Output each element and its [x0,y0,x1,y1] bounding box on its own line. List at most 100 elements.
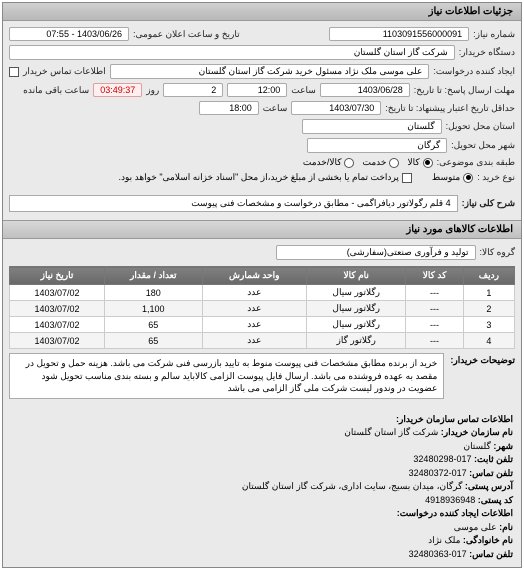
c-zip-label: کد پستی: [478,495,513,505]
table-cell: 1403/07/02 [10,285,105,301]
contact-block: اطلاعات تماس سازمان خریدار: نام سازمان خ… [3,407,521,568]
time-label-1: ساعت [291,85,316,96]
radio-dot-goods [423,158,433,168]
contact-sub-header: اطلاعات ایجاد کننده درخواست: [397,508,513,518]
table-cell: 1403/07/02 [10,333,105,349]
table-cell: 2 [463,301,514,317]
prepay-checkbox [402,173,412,183]
row-deadline: مهلت ارسال پاسخ: تا تاریخ: 1403/06/28 سا… [9,81,515,99]
table-cell: 65 [105,333,203,349]
table-cell: 180 [105,285,203,301]
validity-label: حداقل تاریخ اعتبار پیشنهاد: تا تاریخ: [385,103,515,114]
table-cell: عدد [202,285,306,301]
c-phone-label: تلفن ثابت: [474,454,513,464]
c-name: علی موسی [454,522,497,532]
th-row: ردیف [463,267,514,285]
radio-service[interactable]: خدمت [362,157,399,168]
th-name: نام کالا [307,267,406,285]
city-label: شهر محل تحویل: [451,140,515,151]
c-addr: گرگان، میدان بسیج، سایت اداری، شرکت گاز … [242,481,463,491]
table-cell: عدد [202,301,306,317]
buyer-contact-checkbox[interactable] [9,67,19,77]
c-name-label: نام: [499,522,513,532]
province-value: گلستان [302,119,442,134]
th-date: تاریخ نیاز [10,267,105,285]
c-addr-label: آدرس پستی: [465,481,513,491]
buyer-org-value: شرکت گاز استان گلستان [9,45,455,60]
table-cell: --- [406,317,463,333]
c-city: گلستان [463,441,490,451]
form-body: شماره نیاز: 1103091556000091 تاریخ و ساع… [3,21,521,220]
row-city: شهر محل تحویل: گرگان [9,136,515,155]
countdown-timer: 03:49:37 [93,83,142,97]
deadline-date: 1403/06/28 [320,83,410,97]
th-unit: واحد شمارش [202,267,306,285]
table-cell: 1403/07/02 [10,317,105,333]
contact-header: اطلاعات تماس سازمان خریدار: [396,414,513,424]
goods-table: ردیف کد کالا نام کالا واحد شمارش تعداد /… [9,266,515,349]
status-radio-group: کالا خدمت کالا/خدمت [303,157,433,168]
buyer-contact-label: اطلاعات تماس خریدار [23,66,106,77]
row-province: استان محل تحویل: گلستان [9,117,515,136]
table-cell: رگلاتور گاز [307,333,406,349]
table-cell: --- [406,301,463,317]
buy-type-label: نوع خرید : [477,172,515,183]
row-buy-type: نوع خرید : متوسط پرداخت تمام یا بخشی از … [9,170,515,185]
prepay-check[interactable]: پرداخت تمام یا بخشی از مبلغ خرید،از محل … [118,172,411,183]
table-cell: رگلاتور سیال [307,285,406,301]
table-cell: 1403/07/02 [10,301,105,317]
radio-goods[interactable]: کالا [407,157,432,168]
validity-time: 18:00 [199,101,259,115]
c-city-label: شهر: [493,441,513,451]
table-row: 4---رگلاتور گازعدد651403/07/02 [10,333,515,349]
city-value: گرگان [307,138,447,153]
day-label: روز [146,85,159,96]
table-row: 3---رگلاتور سیالعدد651403/07/02 [10,317,515,333]
table-cell: --- [406,333,463,349]
table-cell: 1,100 [105,301,203,317]
panel-title: جزئیات اطلاعات نیاز [3,3,521,21]
table-row: 1---رگلاتور سیالعدد1801403/07/02 [10,285,515,301]
main-desc-label: شرح کلی نیاز: [462,198,515,209]
announce-value: 1403/06/26 - 07:55 [9,27,129,41]
table-row: 2---رگلاتور سیالعدد1,1001403/07/02 [10,301,515,317]
group-value: تولید و فرآوری صنعتی(سفارشی) [276,245,476,260]
c-org: شرکت گاز استان گلستان [344,427,438,437]
req-no-value: 1103091556000091 [329,27,469,41]
validity-date: 1403/07/30 [291,101,381,115]
table-cell: رگلاتور سیال [307,317,406,333]
row-buyer-org: دستگاه خریدار: شرکت گاز استان گلستان [9,43,515,62]
deadline-label: مهلت ارسال پاسخ: تا تاریخ: [414,85,515,96]
c-fax: 017-32480372 [409,468,467,478]
req-no-label: شماره نیاز: [473,29,515,40]
row-status: طبقه بندی موضوعی: کالا خدمت کالا/خدمت [9,155,515,170]
table-header-row: ردیف کد کالا نام کالا واحد شمارش تعداد /… [10,267,515,285]
c-lname-label: نام خانوادگی: [463,535,513,545]
row-validity: حداقل تاریخ اعتبار پیشنهاد: تا تاریخ: 14… [9,99,515,117]
radio-mid[interactable]: متوسط [432,172,473,183]
row-creator: ایجاد کننده درخواست: علی موسی ملک نژاد م… [9,62,515,81]
c-org-label: نام سازمان خریدار: [441,427,513,437]
radio-dot-mid [463,173,473,183]
c-cphone: 017-32480363 [409,549,467,559]
table-cell: عدد [202,333,306,349]
radio-both[interactable]: کالا/خدمت [303,157,355,168]
table-cell: 3 [463,317,514,333]
details-panel: جزئیات اطلاعات نیاز شماره نیاز: 11030915… [2,2,522,568]
group-label: گروه کالا: [480,247,515,258]
c-cphone-label: تلفن تماس: [469,549,513,559]
prepay-label: پرداخت تمام یا بخشی از مبلغ خرید،از محل … [118,172,398,183]
c-lname: ملک نژاد [428,535,460,545]
radio-service-label: خدمت [362,157,386,168]
goods-section-title: اطلاعات کالاهای مورد نیاز [3,220,521,239]
radio-dot-both [344,158,354,168]
time-label-2: ساعت [263,103,288,114]
remain-label: ساعت باقی مانده [23,85,89,96]
status-label: طبقه بندی موضوعی: [437,157,515,168]
announce-label: تاریخ و ساعت اعلان عمومی: [133,29,240,40]
table-cell: رگلاتور سیال [307,301,406,317]
c-zip: 4918936948 [425,495,475,505]
main-desc-value: 4 قلم رگولاتور دیافراگمی - مطابق درخواست… [9,195,458,212]
notes-text: خرید از برنده مطابق مشخصات فنی پیوست منو… [9,353,444,399]
buyer-org-label: دستگاه خریدار: [459,47,515,58]
